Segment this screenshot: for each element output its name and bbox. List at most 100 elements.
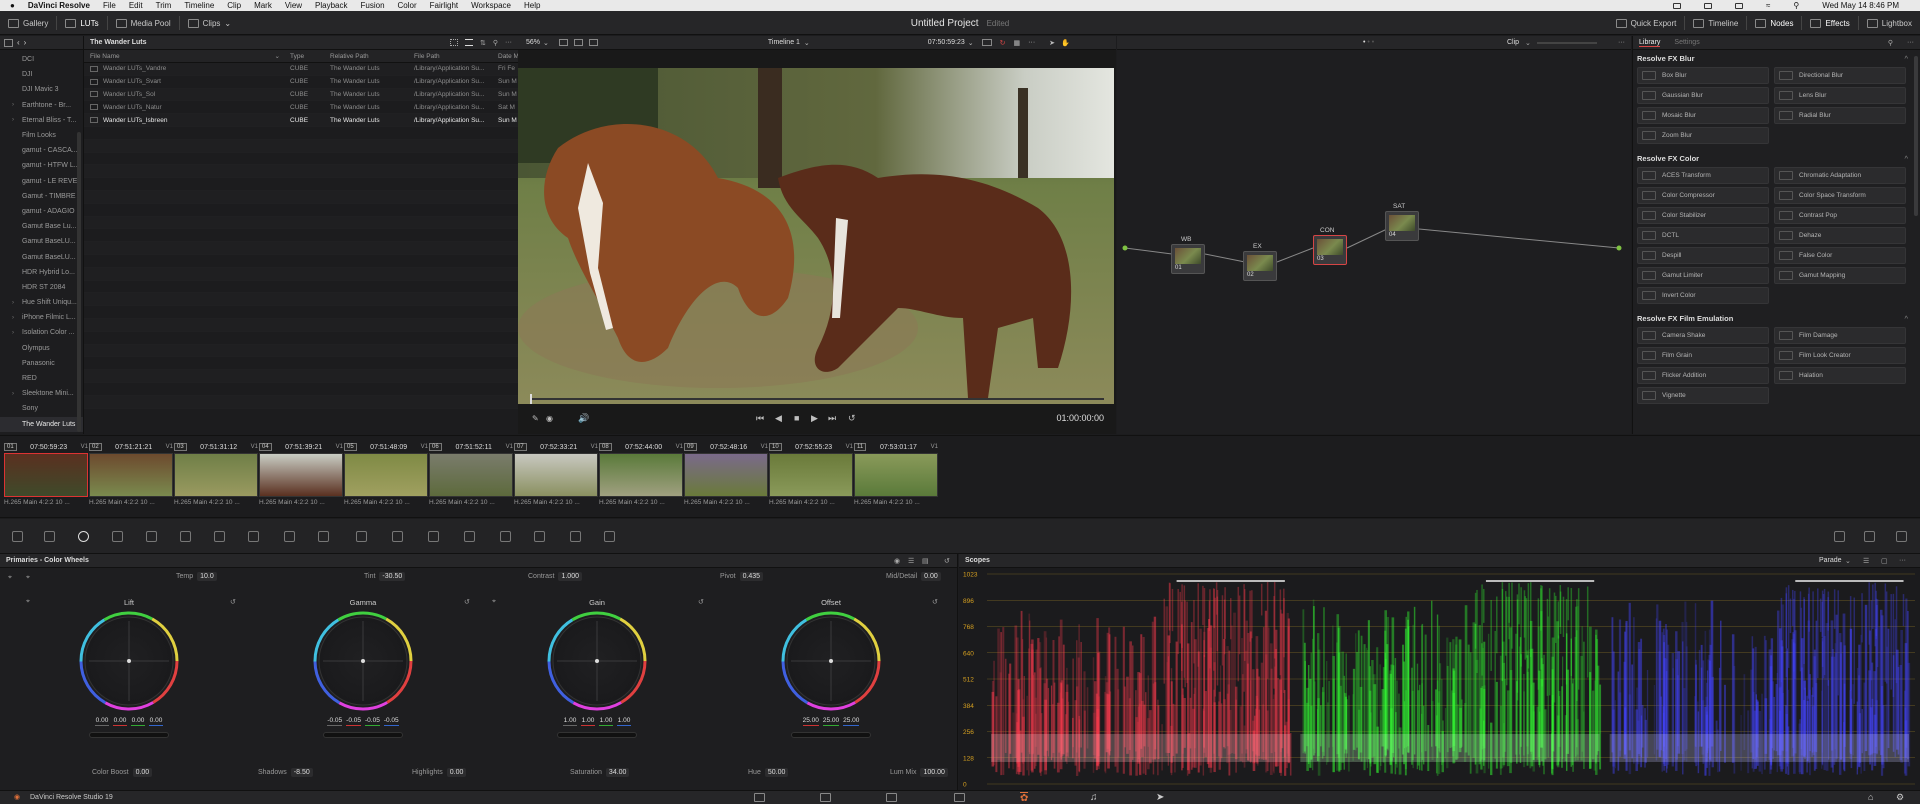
bars-mode-icon[interactable]: ☰ <box>908 557 914 565</box>
fx-item[interactable]: Camera Shake <box>1637 327 1769 344</box>
wheel-value[interactable]: 0.00 <box>149 717 163 726</box>
menu-timeline[interactable]: Timeline <box>184 1 214 10</box>
scopes-toggle-icon[interactable] <box>1834 531 1845 542</box>
forward-icon[interactable]: › <box>24 38 27 47</box>
bin-item[interactable]: › iPhone Filmic L... <box>0 310 83 325</box>
bin-item[interactable]: Gamut Base Lu... <box>0 219 83 234</box>
page-fusion-icon[interactable] <box>954 793 965 802</box>
param-value[interactable]: 1.000 <box>558 572 582 581</box>
bin-item[interactable]: › Hue Shift Uniqu... <box>0 295 83 310</box>
key-icon[interactable] <box>464 531 475 542</box>
tab-settings[interactable]: Settings <box>1674 39 1699 46</box>
expand-icon[interactable]: ▢ <box>1881 557 1888 565</box>
bin-item[interactable]: DJI Mavic 3 <box>0 82 83 97</box>
bin-item[interactable]: Gamut BaseLU... <box>0 249 83 264</box>
fx-item[interactable]: Film Look Creator <box>1774 347 1906 364</box>
bin-item[interactable]: Gamut BaseLU... <box>0 234 83 249</box>
node-editor[interactable]: • • • Clip ⌄ ··· WB 01 EX 02 CON 03 SAT … <box>1117 36 1631 434</box>
node-ex[interactable]: 02 <box>1243 251 1277 281</box>
nodes-button[interactable]: Nodes <box>1747 11 1801 35</box>
wheel-value[interactable]: -0.05 <box>365 717 380 726</box>
menu-help[interactable]: Help <box>524 1 540 10</box>
bin-item[interactable]: gamut - ADAGIO <box>0 204 83 219</box>
zoom-level[interactable]: 56% <box>526 39 540 46</box>
fx-item[interactable]: DCTL <box>1637 227 1769 244</box>
param-value[interactable]: 0.00 <box>921 572 941 581</box>
page-fairlight-icon[interactable]: ♫ <box>1090 792 1098 803</box>
clip-thumbnail[interactable]: 01 07:50:59:23 V1 H.265 Main 4:2:2 10 ... <box>4 441 88 511</box>
back-icon[interactable]: ‹ <box>17 38 20 47</box>
clip-thumbnail[interactable]: 04 07:51:39:21 V1 H.265 Main 4:2:2 10 ... <box>259 441 343 511</box>
param-shadows[interactable]: Shadows -8.50 <box>258 768 313 777</box>
page-cut-icon[interactable] <box>820 793 831 802</box>
wheel-value[interactable]: -0.05 <box>327 717 343 726</box>
param-value[interactable]: 50.00 <box>764 768 789 777</box>
bin-item[interactable]: Sony <box>0 401 83 416</box>
pen-icon[interactable]: ✎ <box>532 414 539 423</box>
col-type[interactable]: Type <box>284 53 324 60</box>
list-view-icon[interactable] <box>464 39 473 46</box>
chevron-right-icon[interactable]: › <box>12 330 14 336</box>
stereo-icon[interactable] <box>570 531 581 542</box>
col-date-modified[interactable]: Date M <box>492 53 518 60</box>
chevron-down-icon[interactable]: ⌄ <box>968 39 974 47</box>
chevron-down-icon[interactable]: ⌄ <box>1845 557 1851 565</box>
param-value[interactable]: 100.00 <box>920 768 948 777</box>
wheel-master-slider[interactable] <box>89 732 169 738</box>
node-sat[interactable]: 04 <box>1385 211 1419 241</box>
fx-item[interactable]: Film Grain <box>1637 347 1769 364</box>
fx-item[interactable]: Gamut Mapping <box>1774 267 1906 284</box>
menu-color[interactable]: Color <box>398 1 417 10</box>
fx-item[interactable]: Color Space Transform <box>1774 187 1906 204</box>
bin-item[interactable]: › Isolation Color ... <box>0 325 83 340</box>
param-contrast[interactable]: Contrast 1.000 <box>528 572 582 581</box>
clip-thumbnail[interactable]: 09 07:52:48:16 V1 H.265 Main 4:2:2 10 ... <box>684 441 768 511</box>
page-edit-icon[interactable] <box>886 793 897 802</box>
chevron-right-icon[interactable]: › <box>12 300 14 306</box>
gallery-button[interactable]: Gallery <box>0 11 56 35</box>
bin-item[interactable]: Film Looks <box>0 128 83 143</box>
search-icon[interactable]: ⚲ <box>1793 1 1799 10</box>
wheel-value[interactable]: 0.00 <box>113 717 127 726</box>
wheels-mode-icon[interactable]: ◉ <box>894 557 900 565</box>
pointer-icon[interactable]: ➤ <box>1049 39 1055 47</box>
wheel-value[interactable]: 25.00 <box>843 717 860 726</box>
menu-workspace[interactable]: Workspace <box>471 1 511 10</box>
bin-item[interactable]: gamut - HTFW L... <box>0 158 83 173</box>
chevron-right-icon[interactable]: › <box>12 391 14 397</box>
bin-item[interactable]: DJI <box>0 67 83 82</box>
wheel-value[interactable]: 25.00 <box>822 717 840 726</box>
wheel-value[interactable]: 25.00 <box>802 717 819 726</box>
clip-mode-icon[interactable] <box>981 39 992 46</box>
loop-icon[interactable]: ↺ <box>848 413 856 424</box>
param-temp[interactable]: Temp 10.0 <box>176 572 217 581</box>
scope-mode[interactable]: Parade <box>1819 557 1842 564</box>
more-options-icon[interactable]: ··· <box>1028 39 1035 46</box>
skip-start-icon[interactable]: ⏮ <box>756 413 764 424</box>
crosshair-icon[interactable]: ⌖ <box>492 598 496 606</box>
timeline-button[interactable]: Timeline <box>1685 11 1746 35</box>
play-reverse-icon[interactable]: ◀ <box>775 413 782 424</box>
wheel-master-slider[interactable] <box>323 732 403 738</box>
clip-thumbnail[interactable]: 11 07:53:01:17 V1 H.265 Main 4:2:2 10 ... <box>854 441 938 511</box>
home-icon[interactable]: ⌂ <box>1868 792 1873 802</box>
search-icon[interactable]: ⚲ <box>1888 39 1893 47</box>
fx-item[interactable]: Lens Blur <box>1774 87 1906 104</box>
col-file-path[interactable]: File Path <box>408 53 492 60</box>
fx-item[interactable]: Mosaic Blur <box>1637 107 1769 124</box>
status-icon[interactable] <box>1672 2 1681 9</box>
hand-icon[interactable]: ✋ <box>1061 39 1070 47</box>
library-section-title[interactable]: Resolve FX Color <box>1633 150 1920 167</box>
chevron-down-icon[interactable]: ⌄ <box>543 39 549 47</box>
param-lum-mix[interactable]: Lum Mix 100.00 <box>890 768 948 777</box>
clip-thumbnail[interactable]: 02 07:51:21:21 V1 H.265 Main 4:2:2 10 ... <box>89 441 173 511</box>
menu-fairlight[interactable]: Fairlight <box>430 1 458 10</box>
fx-item[interactable]: False Color <box>1774 247 1906 264</box>
fx-item[interactable]: Directional Blur <box>1774 67 1906 84</box>
sizing-icon[interactable] <box>500 531 511 542</box>
menu-view[interactable]: View <box>285 1 302 10</box>
chevron-right-icon[interactable]: › <box>12 102 14 108</box>
fx-item[interactable]: Gaussian Blur <box>1637 87 1769 104</box>
wheel-reset-icon[interactable]: ↺ <box>932 598 938 606</box>
clip-thumbnail[interactable]: 06 07:51:52:11 V1 H.265 Main 4:2:2 10 ... <box>429 441 513 511</box>
